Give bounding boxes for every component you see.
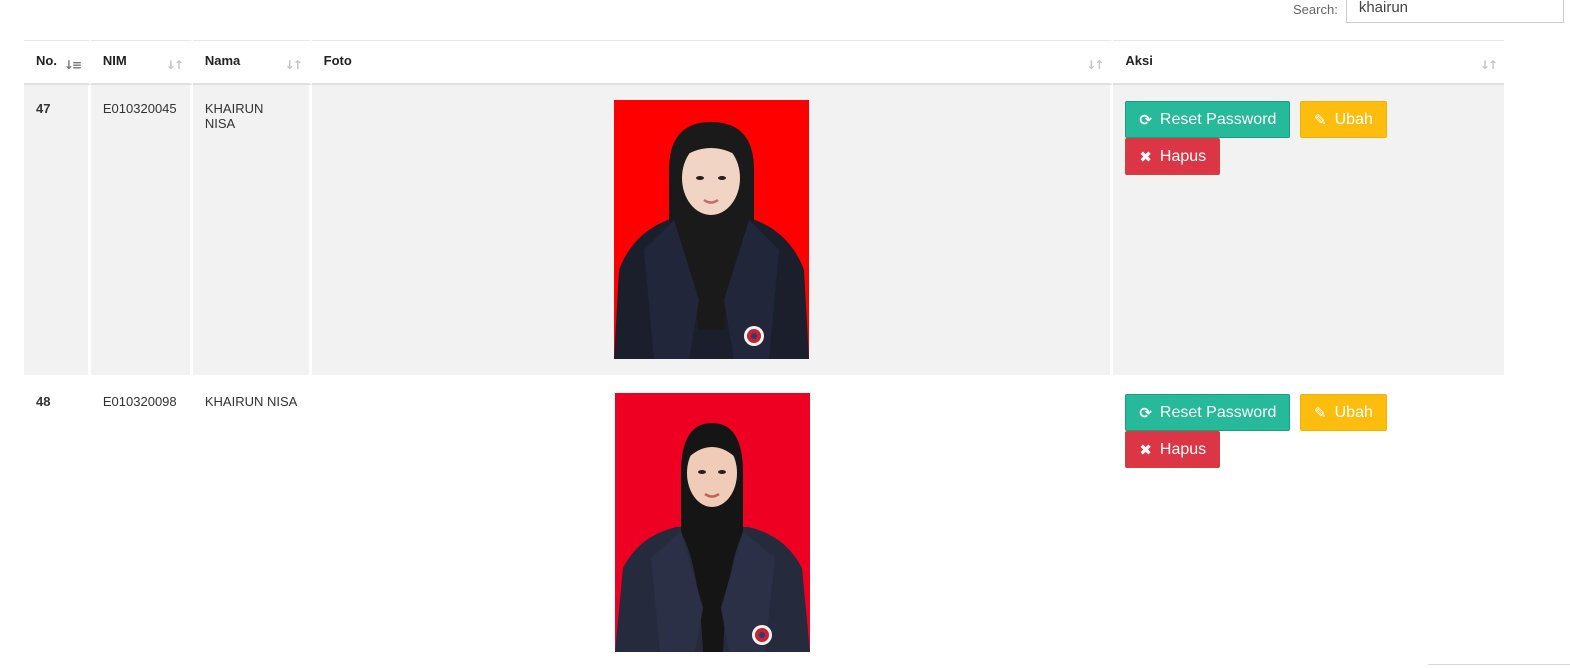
search-bar: Search: — [1293, 0, 1564, 23]
cell-nama: KHAIRUN NISA — [192, 85, 312, 378]
cell-no: 48 — [24, 378, 91, 668]
column-header-nim[interactable]: NIM ↓↑ — [90, 40, 193, 85]
column-header-nama[interactable]: Nama ↓↑ — [192, 40, 312, 85]
cell-aksi: ⟳ Reset Password ✎ Ubah ✖ Hapus — [1113, 378, 1504, 668]
reset-password-button[interactable]: ⟳ Reset Password — [1125, 394, 1291, 431]
cell-aksi: ⟳ Reset Password ✎ Ubah ✖ Hapus — [1113, 85, 1504, 378]
table-row: 47 E010320045 KHAIRUN NISA ⟳ Reset Passw… — [24, 85, 1504, 378]
sort-icon: ↓↑ — [165, 58, 184, 72]
close-icon: ✖ — [1139, 440, 1152, 459]
search-label: Search: — [1293, 1, 1338, 17]
sort-icon: ↓↑ — [1086, 58, 1104, 72]
student-photo — [613, 100, 809, 359]
column-header-no[interactable]: No. ↓≡ — [24, 40, 91, 85]
sort-ascending-icon: ↓≡ — [63, 58, 82, 72]
table-header-row: No. ↓≡ NIM ↓↑ Nama ↓↑ Foto ↓↑ Aksi ↓↑ — [24, 40, 1504, 85]
sort-icon: ↓↑ — [1479, 58, 1498, 72]
sort-icon: ↓↑ — [284, 58, 303, 72]
search-input[interactable] — [1345, 0, 1564, 23]
ubah-button[interactable]: ✎ Ubah — [1300, 101, 1387, 138]
column-header-foto[interactable]: Foto ↓↑ — [311, 40, 1114, 85]
cell-nama: KHAIRUN NISA — [192, 378, 312, 668]
edit-icon: ✎ — [1314, 110, 1327, 129]
student-table: No. ↓≡ NIM ↓↑ Nama ↓↑ Foto ↓↑ Aksi ↓↑ 47… — [24, 40, 1504, 668]
table-row: 48 E010320098 KHAIRUN NISA ⟳ Reset Passw… — [24, 378, 1504, 668]
divider — [1428, 664, 1570, 665]
student-photo — [615, 393, 810, 652]
hapus-button[interactable]: ✖ Hapus — [1125, 138, 1221, 175]
hapus-button[interactable]: ✖ Hapus — [1125, 431, 1221, 468]
cell-foto — [311, 85, 1114, 378]
refresh-icon: ⟳ — [1139, 403, 1152, 422]
reset-password-button[interactable]: ⟳ Reset Password — [1125, 101, 1291, 138]
page: Search: No. ↓≡ NIM ↓↑ Nama ↓↑ Foto — [0, 0, 1570, 668]
cell-foto — [311, 378, 1114, 668]
cell-nim: E010320045 — [90, 85, 193, 378]
cell-nim: E010320098 — [90, 378, 193, 668]
refresh-icon: ⟳ — [1139, 110, 1152, 129]
column-header-aksi[interactable]: Aksi ↓↑ — [1113, 40, 1504, 85]
close-icon: ✖ — [1139, 147, 1152, 166]
edit-icon: ✎ — [1314, 403, 1327, 422]
cell-no: 47 — [24, 85, 91, 378]
ubah-button[interactable]: ✎ Ubah — [1300, 394, 1387, 431]
